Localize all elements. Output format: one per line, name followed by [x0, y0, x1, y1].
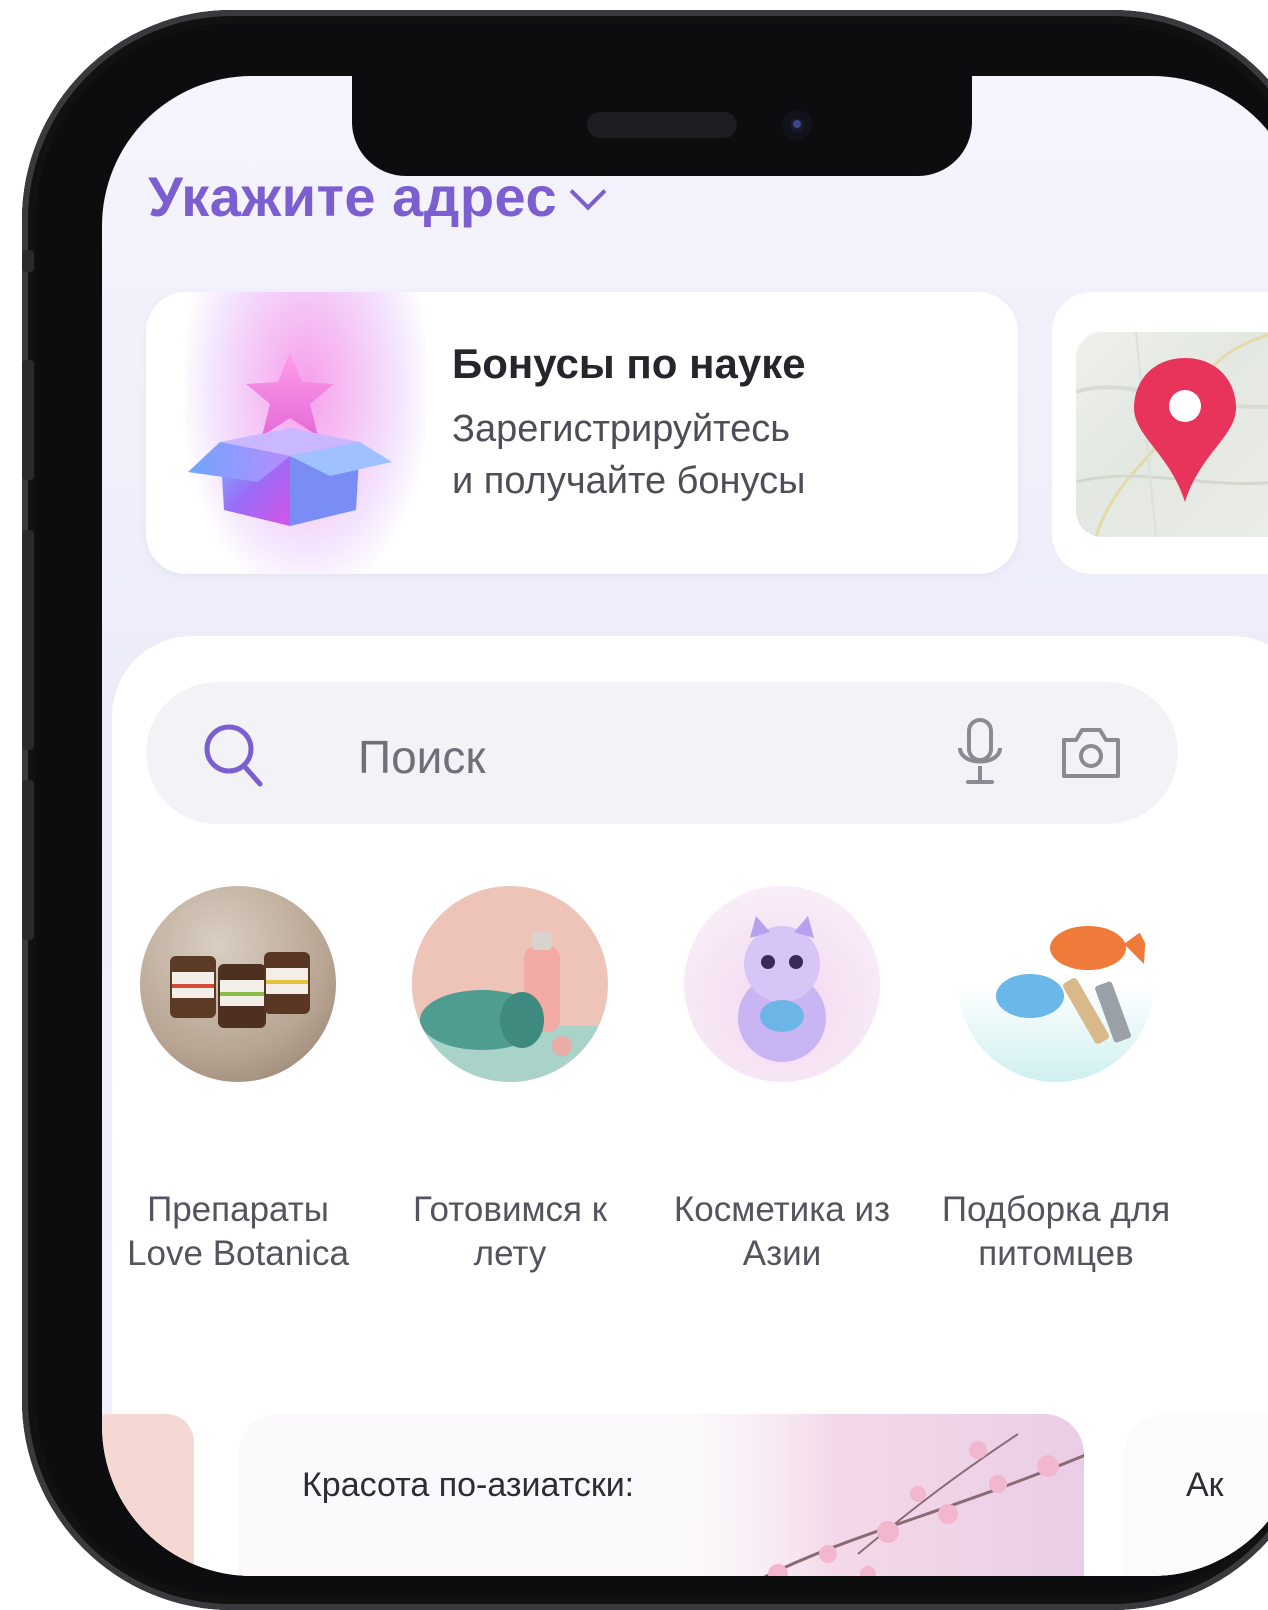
promo-card-left[interactable]	[102, 1414, 194, 1576]
category-label-asia-cosmetics[interactable]: Косметика из Азии	[642, 1188, 922, 1276]
search-input[interactable]: Поиск	[358, 730, 485, 784]
map-card[interactable]	[1052, 292, 1268, 574]
search-bar[interactable]: Поиск	[146, 682, 1178, 824]
category-label-line: Готовимся к	[412, 1190, 608, 1229]
promo-subtitle-line1: Зарегистрируйтесь	[452, 408, 791, 450]
category-image-love-botanica[interactable]	[140, 886, 336, 1082]
sakura-branch-image	[658, 1414, 1084, 1576]
promo-card-right-title: Ак	[1186, 1466, 1224, 1504]
map-thumbnail	[1076, 332, 1268, 537]
phone-volume-down-button	[22, 530, 34, 750]
search-icon	[204, 724, 263, 787]
phone-speaker	[587, 112, 737, 138]
category-label-line: Косметика из	[673, 1190, 891, 1229]
promo-subtitle-line2: и получайте бонусы	[452, 460, 806, 502]
category-label-love-botanica[interactable]: Препараты Love Botanica	[102, 1188, 378, 1276]
category-image-summer[interactable]	[412, 886, 608, 1082]
category-label-summer[interactable]: Готовимся к лету	[370, 1188, 650, 1276]
camera-icon[interactable]	[1058, 724, 1124, 782]
category-label-line: лету	[473, 1234, 547, 1273]
gift-box-icon	[188, 352, 392, 526]
category-image-asia-cosmetics[interactable]	[684, 886, 880, 1082]
promo-card-asian-beauty[interactable]: Красота по-азиатски:	[238, 1414, 1084, 1576]
promo-card-right[interactable]: Ак	[1124, 1414, 1268, 1576]
promo-title: Бонусы по науке	[452, 340, 806, 387]
category-label-line: Препараты	[147, 1190, 329, 1229]
promo-card-title: Красота по-азиатски:	[302, 1466, 635, 1504]
category-label-line: Love Botanica	[127, 1234, 349, 1273]
chevron-down-icon	[569, 173, 607, 210]
category-label-line: Подборка для	[941, 1190, 1171, 1229]
category-label-line: Азии	[742, 1234, 822, 1273]
promo-card[interactable]: Бонусы по науке Зарегистрируйтесь и полу…	[146, 292, 1018, 574]
phone-side-button-lower	[22, 780, 34, 940]
phone-volume-up-button	[22, 360, 34, 480]
phone-notch	[352, 76, 972, 176]
category-label-pets[interactable]: Подборка для питомцев	[916, 1188, 1196, 1276]
category-label-line: питомцев	[978, 1234, 1134, 1273]
map-pin-icon	[1134, 358, 1236, 502]
phone-side-button	[22, 250, 34, 272]
microphone-icon[interactable]	[954, 716, 1006, 788]
front-camera	[782, 110, 812, 140]
category-image-pets[interactable]	[958, 886, 1154, 1082]
app-screen: Укажите адрес Бонусы по науке Зарегистри…	[102, 76, 1268, 1576]
